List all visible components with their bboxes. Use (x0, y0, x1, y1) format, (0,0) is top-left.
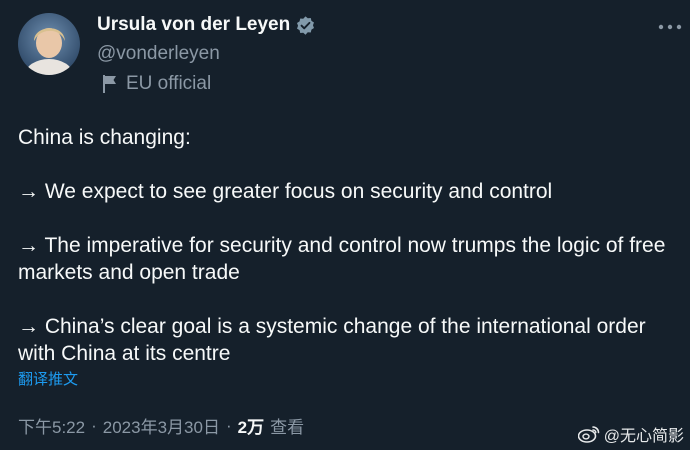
tweet-paragraph: China is changing: (18, 126, 191, 149)
tweet-text: China is changing: → We expect to see gr… (18, 124, 686, 367)
views-label: 查看 (270, 418, 305, 437)
tweet-paragraph: → China’s clear goal is a systemic chang… (18, 315, 646, 365)
tweet-paragraph: → We expect to see greater focus on secu… (18, 180, 553, 203)
tweet-meta: 下午5:22 · 2023年3月30日 · 2万 查看 (18, 413, 304, 438)
flag-icon (103, 75, 116, 93)
watermark-text: @无心简影 (603, 428, 684, 445)
affiliation-text: EU official (126, 73, 212, 94)
watermark: @无心简影 (577, 422, 684, 446)
affiliation-label: EU official (101, 73, 211, 95)
tweet-date[interactable]: 2023年3月30日 (103, 413, 220, 438)
views-count: 2万 (237, 418, 265, 437)
more-icon[interactable] (658, 24, 682, 30)
verified-badge-icon (297, 15, 315, 35)
weibo-icon (577, 426, 600, 443)
author-display-name[interactable]: Ursula von der Leyen (97, 14, 290, 36)
separator: · (91, 415, 97, 435)
avatar[interactable] (18, 13, 80, 75)
translate-tweet-link[interactable]: 翻译推文 (18, 368, 78, 389)
separator: · (225, 415, 232, 435)
tweet-time[interactable]: 下午5:22 (18, 413, 85, 438)
author-handle[interactable]: @vonderleyen (97, 43, 220, 65)
author-name-row: Ursula von der Leyen (97, 14, 316, 36)
tweet-paragraph: → The imperative for security and contro… (18, 234, 666, 284)
